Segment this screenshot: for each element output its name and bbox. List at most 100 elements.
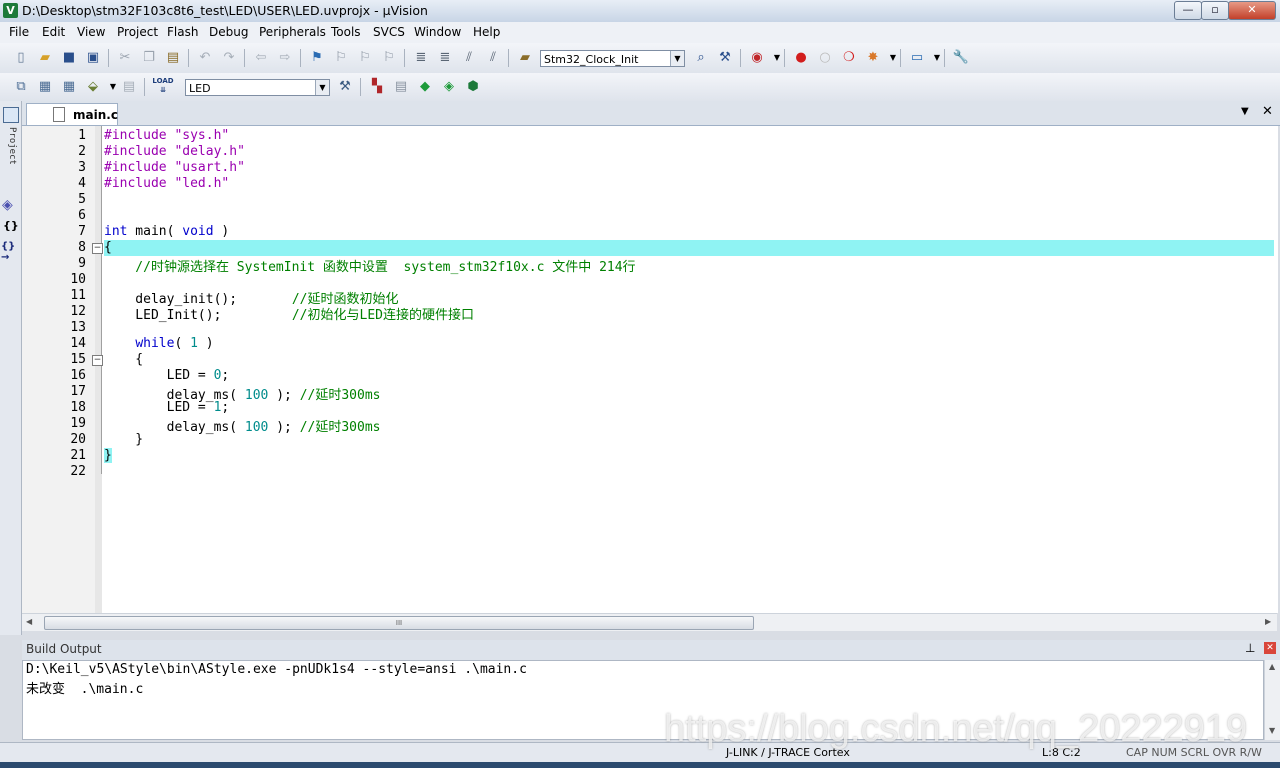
code-token: "led.h" [174,176,230,191]
function-select[interactable]: Stm32_Clock_Init ▼ [540,50,685,67]
tab-list-chevron-down-icon[interactable]: ▼ [1241,106,1249,117]
code-line: } [104,432,143,447]
code-token: main( [127,224,183,239]
scroll-down-icon[interactable]: ▼ [1269,726,1275,735]
build-icon[interactable]: ▦ [36,78,54,96]
disable-breakpoint-icon[interactable]: ○ [816,49,834,67]
find-icon[interactable]: ⌕ [692,49,710,67]
close-window-button[interactable]: ✕ [1228,1,1276,20]
maximize-button[interactable]: ▫ [1201,1,1229,20]
code-line: delay_ms( 100 ); //延时300ms [104,416,381,435]
save-icon[interactable]: ■ [60,49,78,67]
minimize-button[interactable]: — [1174,1,1202,20]
menu-tools[interactable]: Tools [331,25,361,39]
indent-icon[interactable]: ≣ [412,49,430,67]
uncomment-icon[interactable]: ⫽ [484,49,502,67]
insert-breakpoint-icon[interactable]: ● [792,49,810,67]
code-token: LED_Init(); [104,308,292,323]
window-title: D:\Desktop\stm32F103c8t6_test\LED\USER\L… [22,3,428,18]
comment-icon[interactable]: ⫽ [460,49,478,67]
line-number: 16 [70,368,86,383]
rebuild-icon[interactable]: ▦ [60,78,78,96]
uvision-app-icon[interactable]: V [3,3,18,18]
bookmark-icon[interactable]: ⚑ [308,49,326,67]
code-token: ) [213,224,230,239]
redo-icon[interactable]: ↷ [220,49,238,67]
functions-tab[interactable]: {} [3,219,19,232]
code-token: ; [221,400,230,415]
pack-installer-icon[interactable]: ◈ [440,78,458,96]
save-all-icon[interactable]: ▣ [84,49,102,67]
menu-help[interactable]: Help [473,25,500,39]
target-options-icon[interactable]: ⚒ [336,78,354,96]
translate-icon[interactable]: ⧉ [12,78,30,96]
close-tab-icon[interactable]: ✕ [1262,104,1273,119]
code-token: ) [197,336,214,351]
code-token: ); [268,420,300,435]
vertical-scrollbar[interactable]: ▲ ▼ [1264,660,1280,740]
horizontal-scrollbar[interactable]: ◀ III ▶ [22,613,1277,631]
books-icon[interactable]: ◈ [2,197,13,213]
fold-toggle-icon[interactable]: − [92,355,103,366]
target-select[interactable]: LED ▼ [185,79,330,96]
code-token: #include [104,144,175,159]
manage-project-items-icon[interactable]: ▚ [368,78,386,96]
incremental-find-icon[interactable]: ⚒ [716,49,734,67]
toolbar-separator [188,49,189,67]
line-number: 20 [70,432,86,447]
scroll-up-icon[interactable]: ▲ [1269,662,1275,671]
prev-bookmark-icon[interactable]: ⚐ [332,49,350,67]
kill-all-breakpoints-icon[interactable]: ✸ [864,49,882,67]
start-debug-icon[interactable]: ◉ [748,49,766,67]
scroll-thumb[interactable]: III [44,616,754,630]
navigate-forward-icon[interactable]: ⇨ [276,49,294,67]
batch-build-icon[interactable]: ⬙ [84,78,102,96]
code-line: { [104,352,143,367]
find-in-files-icon[interactable]: ▰ [516,49,534,67]
menu-debug[interactable]: Debug [209,25,248,39]
manage-rte-icon[interactable]: ◆ [416,78,434,96]
open-folder-icon[interactable]: ▰ [36,49,54,67]
chevron-down-icon[interactable]: ▼ [315,80,329,95]
menu-window[interactable]: Window [414,25,461,39]
navigate-back-icon[interactable]: ⇦ [252,49,270,67]
fold-toggle-icon[interactable]: − [92,243,103,254]
code-token: while [135,336,175,351]
new-file-icon[interactable]: ▯ [12,49,30,67]
disable-all-breakpoints-icon[interactable]: ❍ [840,49,858,67]
line-number: 15 [70,352,86,367]
code-token: //延时300ms [299,420,381,435]
copy-icon[interactable]: ❐ [140,49,158,67]
menu-flash[interactable]: Flash [167,25,198,39]
menu-file[interactable]: File [9,25,29,39]
project-tab-label[interactable]: Project [5,127,17,165]
clear-bookmarks-icon[interactable]: ⚐ [380,49,398,67]
code-token: 1 [190,336,198,351]
undo-icon[interactable]: ↶ [196,49,214,67]
templates-tab[interactable]: {}→ [1,241,21,263]
chevron-down-icon[interactable]: ▼ [670,51,684,66]
menu-project[interactable]: Project [117,25,158,39]
menu-view[interactable]: View [77,25,105,39]
cut-icon[interactable]: ✂ [116,49,134,67]
code-token: "delay.h" [174,144,245,159]
configure-wrench-icon[interactable]: 🔧 [952,49,970,67]
menu-peripherals[interactable]: Peripherals [259,25,326,39]
project-window-icon[interactable] [3,107,19,123]
window-layout-icon[interactable]: ▭ [908,49,926,67]
tab-main-c[interactable]: main.c [26,103,118,125]
close-panel-icon[interactable]: ✕ [1264,642,1276,654]
pin-icon[interactable]: ⊥ [1245,641,1255,655]
unindent-icon[interactable]: ≣ [436,49,454,67]
component-icon[interactable]: ⬢ [464,78,482,96]
menu-edit[interactable]: Edit [42,25,65,39]
next-bookmark-icon[interactable]: ⚐ [356,49,374,67]
code-token: } [104,432,144,447]
download-load-icon[interactable]: LOAD ⇊ [152,77,174,97]
select-packs-icon[interactable]: ▤ [392,78,410,96]
scroll-right-icon[interactable]: ▶ [1265,617,1271,626]
scroll-left-icon[interactable]: ◀ [26,617,32,626]
menu-svcs[interactable]: SVCS [373,25,405,39]
paste-icon[interactable]: ▤ [164,49,182,67]
stop-build-icon[interactable]: ▤ [120,78,138,96]
